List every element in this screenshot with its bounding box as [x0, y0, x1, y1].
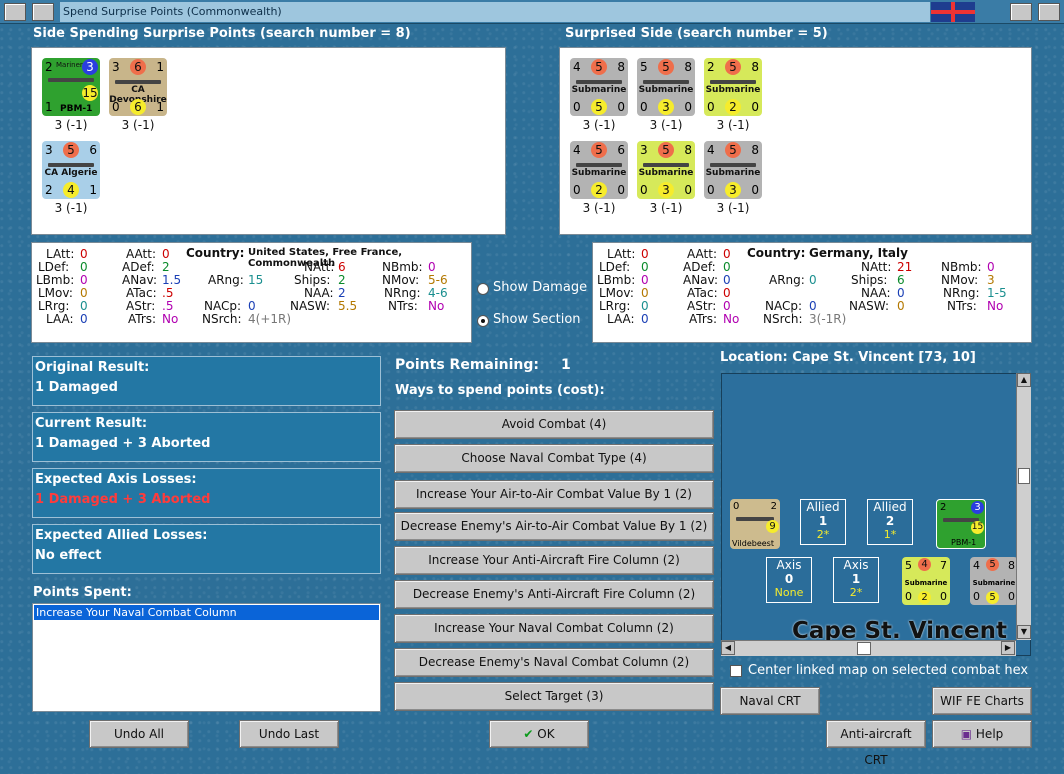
increase-anti-aircraft-button[interactable]: Increase Your Anti-Aircraft Fire Column …: [394, 546, 714, 575]
aircraft-icon: [48, 78, 94, 82]
unit-caption: 3 (-1): [649, 201, 683, 215]
unit-counter-ca-devonshire[interactable]: 3 6 1 CA Devonshire 0 6 1: [109, 58, 167, 116]
show-section-radio[interactable]: [477, 315, 489, 327]
show-damage-label[interactable]: Show Damage: [493, 280, 587, 295]
spending-side-header: Side Spending Surprise Points (search nu…: [33, 26, 411, 41]
country-list: Germany, Italy: [809, 246, 908, 260]
unit-counter-submarine[interactable]: 358 Submarine 030: [637, 141, 695, 199]
show-section-label[interactable]: Show Section: [493, 312, 581, 327]
unit-caption: 3 (-1): [649, 118, 683, 132]
unit-counter-submarine[interactable]: 458 Submarine 050: [970, 557, 1018, 605]
radio-selected-dot: [481, 319, 485, 323]
points-spent-list[interactable]: Increase Your Naval Combat Column: [32, 603, 381, 712]
submarine-icon: [576, 80, 622, 84]
ways-to-spend-label: Ways to spend points (cost):: [395, 383, 605, 398]
unit-counter-submarine[interactable]: 458 Submarine 030: [704, 141, 762, 199]
minimize-button[interactable]: [32, 3, 54, 21]
decrease-enemy-air-to-air-button[interactable]: Decrease Enemy's Air-to-Air Combat Value…: [394, 512, 714, 541]
submarine-icon: [643, 80, 689, 84]
ship-icon: [48, 163, 94, 167]
unit-caption: 3 (-1): [582, 118, 616, 132]
unit-caption: 3 (-1): [716, 201, 750, 215]
points-remaining-label: Points Remaining:: [395, 357, 540, 373]
map-vertical-scrollbar[interactable]: ▲ ▼: [1016, 373, 1031, 640]
surprised-units-panel: 458 Submarine 050 3 (-1) 558 Submarine 0…: [559, 47, 1032, 235]
axis-losses-box: Expected Axis Losses: 1 Damaged + 3 Abor…: [32, 468, 381, 518]
center-linked-map-checkbox[interactable]: [730, 665, 742, 677]
list-item[interactable]: Increase Your Naval Combat Column: [34, 605, 379, 620]
choose-naval-combat-type-button[interactable]: Choose Naval Combat Type (4): [394, 444, 714, 473]
window-title: Spend Surprise Points (Commonwealth): [60, 2, 930, 22]
country-list: United States, Free France, Commonwealth: [248, 247, 403, 269]
center-linked-map-label[interactable]: Center linked map on selected combat hex: [748, 663, 1028, 678]
uk-flag-icon: [931, 2, 975, 22]
close-button[interactable]: [1038, 3, 1060, 21]
unit-caption: 3 (-1): [54, 201, 88, 215]
combat-map[interactable]: 02 9 Vildebeest Allied 1 2* Allied 2 1* …: [721, 373, 1031, 656]
allied-losses-box: Expected Allied Losses: No effect: [32, 524, 381, 574]
scroll-left-icon[interactable]: ◀: [721, 641, 735, 655]
submarine-icon: [710, 163, 756, 167]
surprised-side-stats: LAtt: 0 AAtt: 0 Country: Germany, Italy LDe…: [592, 242, 1032, 343]
undo-all-button[interactable]: Undo All: [89, 720, 189, 748]
unit-caption: 3 (-1): [54, 118, 88, 132]
axis-stack-box[interactable]: Axis 1 2*: [833, 557, 879, 603]
increase-naval-combat-button[interactable]: Increase Your Naval Combat Column (2): [394, 614, 714, 643]
original-result-box: Original Result: 1 Damaged: [32, 356, 381, 406]
unit-counter-pbm-1[interactable]: 2 Mariner 3 15 1 PBM-1: [42, 58, 100, 116]
submarine-icon: [643, 163, 689, 167]
spending-units-panel: 2 Mariner 3 15 1 PBM-1 3 (-1) 3 6 1 CA D…: [31, 47, 506, 235]
help-button[interactable]: ▣ Help: [932, 720, 1032, 748]
unit-caption: 3 (-1): [582, 201, 616, 215]
ship-icon: [115, 80, 161, 84]
location-label: Location: Cape St. Vincent [73, 10]: [720, 350, 976, 365]
unit-counter-submarine[interactable]: 458 Submarine 050: [570, 58, 628, 116]
scroll-down-icon[interactable]: ▼: [1017, 625, 1031, 639]
unit-counter-submarine[interactable]: 558 Submarine 030: [637, 58, 695, 116]
system-menu-button[interactable]: [4, 3, 26, 21]
submarine-icon: [576, 163, 622, 167]
select-target-button[interactable]: Select Target (3): [394, 682, 714, 711]
map-horizontal-scrollbar[interactable]: ◀ ▶: [721, 640, 1016, 656]
surprised-side-header: Surprised Side (search number = 5): [565, 26, 828, 41]
points-spent-label: Points Spent:: [33, 585, 132, 600]
restore-button[interactable]: [1010, 3, 1032, 21]
unit-counter-submarine[interactable]: 258 Submarine 020: [704, 58, 762, 116]
unit-counter-vildebeest[interactable]: 02 9 Vildebeest: [730, 499, 780, 549]
anti-aircraft-crt-button[interactable]: Anti-aircraft CRT: [826, 720, 926, 767]
avoid-combat-button[interactable]: Avoid Combat (4): [394, 410, 714, 439]
checkmark-icon: ✔: [523, 727, 534, 741]
unit-counter-ca-algerie[interactable]: 3 5 6 CA Algerie 2 4 1: [42, 141, 100, 199]
show-damage-radio[interactable]: [477, 283, 489, 295]
naval-crt-button[interactable]: Naval CRT: [720, 687, 820, 715]
current-result-box: Current Result: 1 Damaged + 3 Aborted: [32, 412, 381, 462]
allied-stack-box[interactable]: Allied 2 1*: [867, 499, 913, 545]
title-bar: Spend Surprise Points (Commonwealth): [0, 0, 1064, 24]
unit-counter-submarine[interactable]: 547 Submarine 020: [902, 557, 950, 605]
submarine-icon: [710, 80, 756, 84]
unit-caption: 3 (-1): [121, 118, 155, 132]
unit-tag: Mariner: [56, 61, 83, 69]
undo-last-button[interactable]: Undo Last: [239, 720, 339, 748]
scroll-up-icon[interactable]: ▲: [1017, 373, 1031, 387]
allied-stack-box[interactable]: Allied 1 2*: [800, 499, 846, 545]
unit-caption: 3 (-1): [716, 118, 750, 132]
unit-counter-pbm-1[interactable]: 23 15 PBM-1: [936, 499, 986, 549]
scroll-thumb[interactable]: [857, 642, 871, 655]
help-book-icon: ▣: [960, 727, 973, 741]
scroll-right-icon[interactable]: ▶: [1001, 641, 1015, 655]
axis-stack-box[interactable]: Axis 0 None: [766, 557, 812, 603]
points-remaining-value: 1: [561, 357, 571, 373]
decrease-enemy-anti-aircraft-button[interactable]: Decrease Enemy's Anti-Aircraft Fire Colu…: [394, 580, 714, 609]
spending-side-stats: LAtt: 0 AAtt: 0 Country: United States, Fre…: [31, 242, 472, 343]
scroll-thumb[interactable]: [1018, 468, 1030, 484]
ok-button[interactable]: ✔ OK: [489, 720, 589, 748]
unit-counter-submarine[interactable]: 456 Submarine 020: [570, 141, 628, 199]
increase-air-to-air-button[interactable]: Increase Your Air-to-Air Combat Value By…: [394, 480, 714, 509]
wif-fe-charts-button[interactable]: WIF FE Charts: [932, 687, 1032, 715]
decrease-enemy-naval-combat-button[interactable]: Decrease Enemy's Naval Combat Column (2): [394, 648, 714, 677]
